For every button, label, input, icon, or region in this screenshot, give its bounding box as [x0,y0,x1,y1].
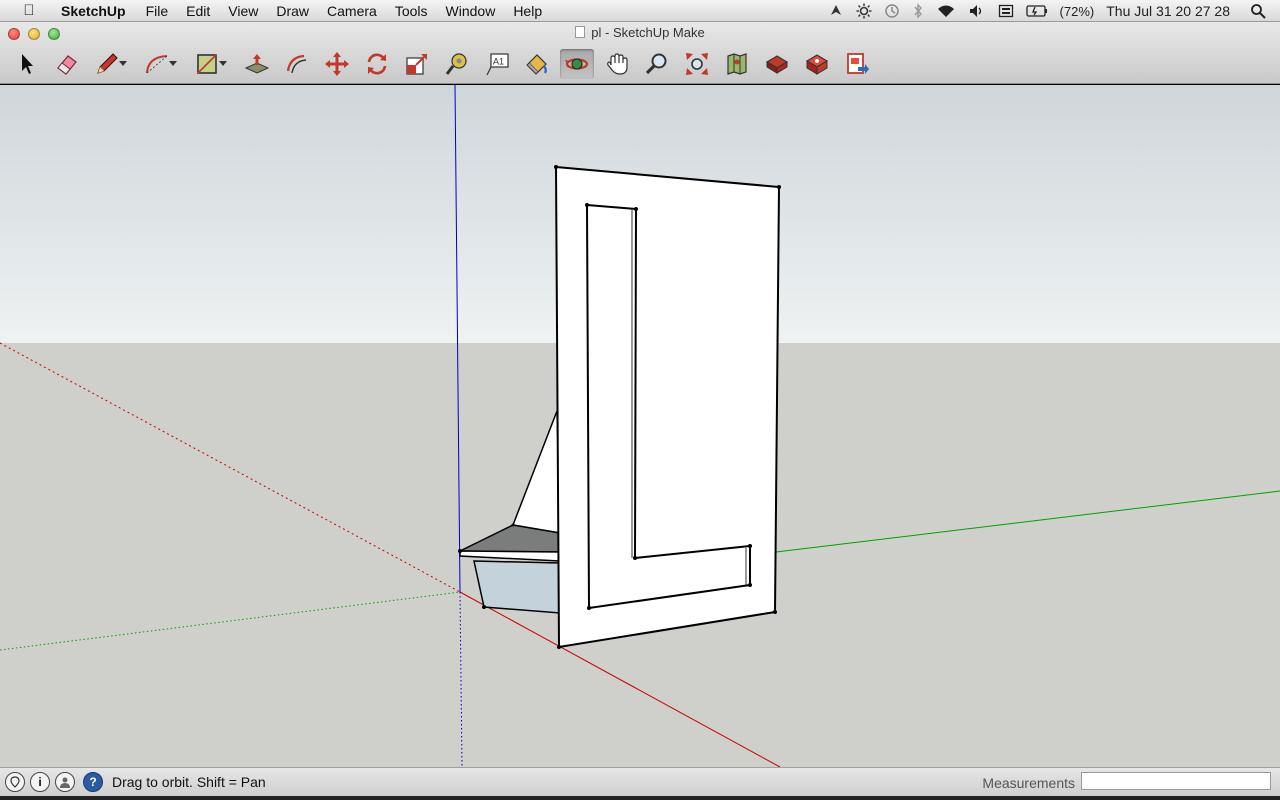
move-tool-button[interactable] [320,49,354,79]
spotlight-search-icon[interactable] [1244,3,1280,19]
volume-icon[interactable] [962,3,992,19]
menu-window[interactable]: Window [437,0,505,22]
rectangle-icon [197,54,217,74]
chevron-down-icon[interactable] [219,61,227,66]
extension-box-icon [805,54,829,75]
battery-icon[interactable] [1020,4,1054,18]
text-label-icon: A1 [486,53,509,76]
warehouse-tool-button[interactable] [760,49,794,79]
offset-icon [286,54,307,74]
input-menu-icon[interactable] [992,3,1020,19]
zoom-extents-icon [686,53,708,75]
orbit-tool-button[interactable] [560,49,594,79]
menu-edit[interactable]: Edit [177,0,219,22]
menu-app-name[interactable]: SketchUp [52,0,137,22]
measurements-label: Measurements [982,775,1075,791]
model-viewport[interactable] [0,85,1280,767]
scale-tool-button[interactable] [400,49,434,79]
pencil-icon [97,53,118,74]
battery-percent: (72%) [1059,3,1095,19]
scale-icon [406,54,427,75]
brightness-icon[interactable] [850,3,878,19]
menu-tools[interactable]: Tools [386,0,437,22]
paint-bucket-tool-button[interactable] [520,49,554,79]
offset-tool-button[interactable] [280,49,314,79]
zoom-extents-tool-button[interactable] [680,49,714,79]
magnifier-icon [645,53,667,75]
growl-icon[interactable] [822,3,850,19]
previous-view-tool-button[interactable] [720,49,754,79]
orbit-icon [565,58,589,70]
select-tool-button[interactable] [10,49,44,79]
menu-draw[interactable]: Draw [267,0,318,22]
window-titlebar: pl - SketchUp Make A1 [0,22,1280,84]
document-icon [575,26,586,38]
tape-measure-tool-button[interactable] [440,49,474,79]
hand-icon [607,53,628,75]
status-hint: Drag to orbit. Shift = Pan [112,774,266,790]
scene-canvas[interactable] [0,85,1280,767]
base-underside-face[interactable] [473,560,561,614]
apple-menu-icon[interactable]:  [18,2,40,19]
info-icon[interactable]: i [30,772,50,792]
extension-warehouse-tool-button[interactable] [800,49,834,79]
user-icon[interactable] [55,772,75,792]
menubar-clock[interactable]: Thu Jul 31 20 27 28 [1100,3,1244,19]
help-icon[interactable]: ? [83,772,103,792]
menu-help[interactable]: Help [504,0,551,22]
pan-tool-button[interactable] [600,49,634,79]
arc-icon [146,55,168,74]
push-pull-tool-button[interactable] [240,49,274,79]
menu-bar:  SketchUp File Edit View Draw Camera To… [0,0,1280,22]
paint-bucket-icon [526,54,547,75]
measurements-input[interactable] [1081,772,1271,790]
main-toolbar: A1 [10,48,880,80]
menu-extras: (72%) Thu Jul 31 20 27 28 [822,0,1280,22]
window-title: pl - SketchUp Make [0,25,1280,40]
status-bar: i ? Drag to orbit. Shift = Pan Measureme… [0,767,1280,796]
rectangle-tool-button[interactable] [190,49,227,79]
chevron-down-icon[interactable] [119,61,127,66]
chevron-down-icon[interactable] [169,61,177,66]
rotate-icon [367,53,387,75]
text-tool-glyph: A1 [493,57,504,67]
screen-bottom-edge [0,796,1280,800]
arrow-cursor-icon [22,54,33,74]
send-to-layout-icon [847,53,869,74]
push-pull-icon [244,54,270,74]
zoom-tool-button[interactable] [640,49,674,79]
send-to-layout-tool-button[interactable] [840,49,874,79]
arc-tool-button[interactable] [140,49,177,79]
move-arrows-icon [325,52,349,76]
menu-file[interactable]: File [137,0,178,22]
eraser-icon [57,55,77,75]
map-icon [727,53,747,75]
menu-camera[interactable]: Camera [318,0,386,22]
window-title-text: pl - SketchUp Make [591,25,705,40]
wifi-icon[interactable] [930,3,962,19]
bluetooth-icon[interactable] [906,3,930,19]
geo-location-icon[interactable] [5,772,25,792]
text-tool-button[interactable]: A1 [480,49,514,79]
line-tool-button[interactable] [90,49,127,79]
eraser-tool-button[interactable] [50,49,84,79]
time-machine-icon[interactable] [878,3,906,19]
menu-view[interactable]: View [219,0,267,22]
warehouse-icon [765,55,789,74]
rotate-tool-button[interactable] [360,49,394,79]
tape-measure-icon [445,53,467,75]
